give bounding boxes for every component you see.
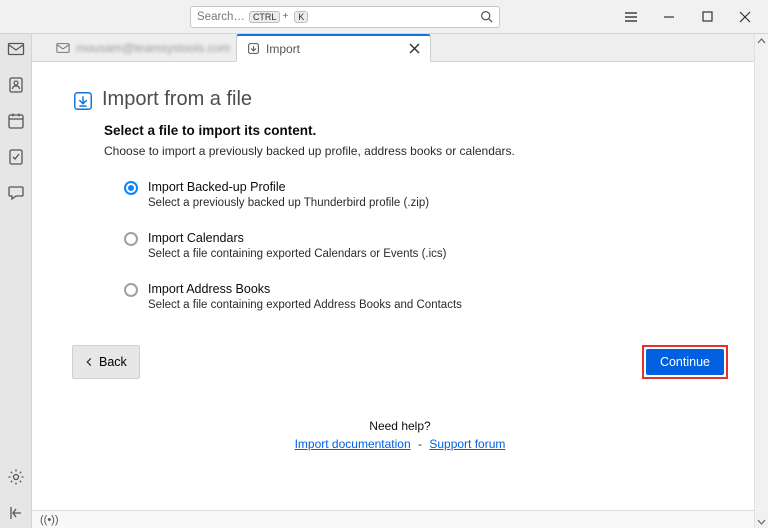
title-toolbar: Search… CTRL + K — [0, 0, 768, 34]
settings-icon[interactable] — [7, 468, 25, 486]
chat-icon[interactable] — [7, 184, 25, 202]
help-sep: - — [418, 437, 422, 451]
kbd-k: K — [294, 11, 308, 23]
option-address-books[interactable]: Import Address Books Select a file conta… — [124, 282, 728, 311]
calendar-icon[interactable] — [7, 112, 25, 130]
radio-selected[interactable] — [124, 181, 138, 195]
option-desc: Select a previously backed up Thunderbir… — [148, 197, 429, 209]
option-label: Import Calendars — [148, 231, 447, 245]
search-input[interactable]: Search… CTRL + K — [190, 6, 500, 28]
mail-icon[interactable] — [7, 40, 25, 58]
option-label: Import Backed-up Profile — [148, 180, 429, 194]
option-calendars[interactable]: Import Calendars Select a file containin… — [124, 231, 728, 260]
tab-import[interactable]: Import — [236, 34, 431, 62]
page-subtitle: Select a file to import its content. — [104, 123, 728, 138]
continue-button[interactable]: Continue — [646, 349, 724, 375]
tab-close-icon[interactable] — [379, 43, 420, 54]
address-book-icon[interactable] — [7, 76, 25, 94]
kbd-plus: + — [282, 11, 288, 22]
search-icon[interactable] — [480, 10, 493, 23]
page-description: Choose to import a previously backed up … — [104, 144, 728, 158]
option-desc: Select a file containing exported Addres… — [148, 299, 462, 311]
scroll-up-icon[interactable] — [755, 34, 768, 48]
import-tab-icon — [247, 42, 260, 55]
chevron-left-icon — [85, 357, 94, 367]
back-button[interactable]: Back — [72, 345, 140, 379]
content-area: Import from a file Select a file to impo… — [32, 62, 768, 510]
menu-icon[interactable] — [624, 10, 638, 24]
search-placeholder: Search… — [197, 11, 245, 23]
radio[interactable] — [124, 232, 138, 246]
import-documentation-link[interactable]: Import documentation — [295, 437, 411, 451]
kbd-ctrl: CTRL — [249, 11, 281, 23]
signal-icon: ((•)) — [40, 514, 59, 526]
option-backed-up-profile[interactable]: Import Backed-up Profile Select a previo… — [124, 180, 728, 209]
radio[interactable] — [124, 283, 138, 297]
continue-highlight: Continue — [642, 345, 728, 379]
help-need: Need help? — [32, 419, 768, 433]
scroll-down-icon[interactable] — [755, 514, 768, 528]
option-desc: Select a file containing exported Calend… — [148, 248, 447, 260]
import-page-icon — [72, 90, 92, 110]
option-label: Import Address Books — [148, 282, 462, 296]
collapse-icon[interactable] — [7, 504, 25, 522]
tab-account[interactable]: mousam@teamsystools.com — [46, 35, 236, 61]
support-forum-link[interactable]: Support forum — [429, 437, 505, 451]
tab-strip: mousam@teamsystools.com Import — [32, 34, 768, 62]
maximize-button[interactable] — [700, 10, 714, 24]
account-tab-icon — [56, 41, 70, 55]
tasks-icon[interactable] — [7, 148, 25, 166]
tab-account-label: mousam@teamsystools.com — [76, 41, 230, 55]
sidebar — [0, 34, 32, 528]
status-bar: ((•)) — [32, 510, 768, 528]
minimize-button[interactable] — [662, 10, 676, 24]
back-label: Back — [99, 355, 127, 369]
scrollbar[interactable] — [754, 34, 768, 528]
page-title: Import from a file — [102, 88, 252, 111]
close-button[interactable] — [738, 10, 752, 24]
tab-import-label: Import — [266, 42, 300, 56]
